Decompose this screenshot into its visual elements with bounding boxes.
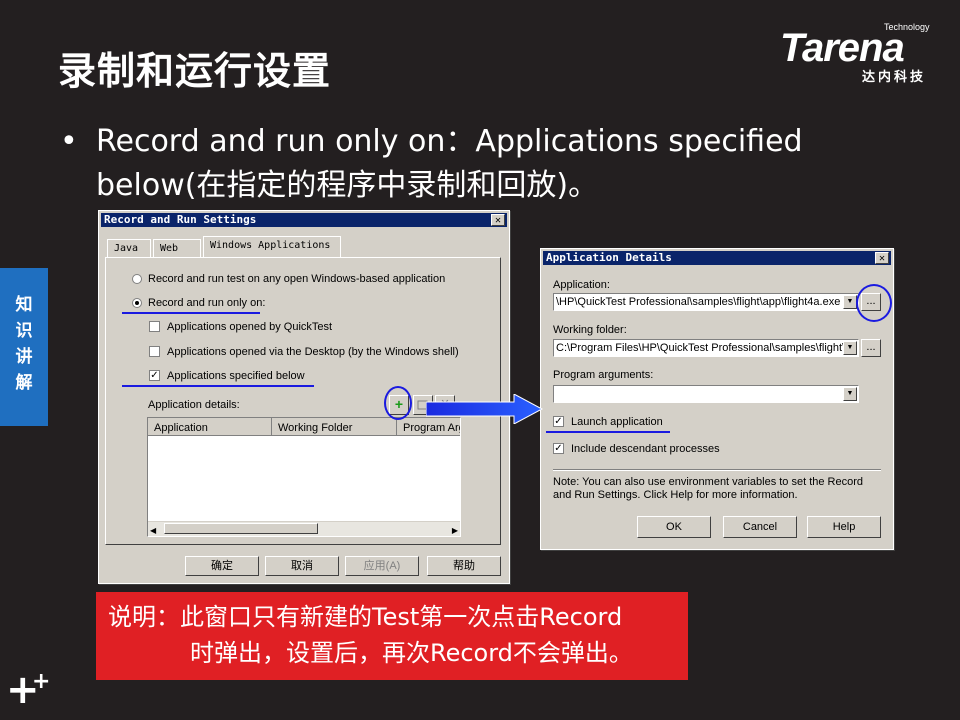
tarena-logo: Tarena Technology 达内科技 [780,20,950,90]
list-header: Application Working Folder Program Arg [148,418,460,436]
side-tab-char: 知 [15,295,33,315]
browse-folder-button[interactable]: ... [861,339,881,357]
bullet-dot: • [60,124,78,159]
application-label: Application: [553,279,610,291]
horizontal-scrollbar[interactable]: ◀ ▶ [148,521,460,536]
help-button[interactable]: Help [807,516,881,538]
radio-only-label: Record and run only on: [148,297,266,309]
check-specified-below[interactable]: ✓ [149,370,160,381]
dialog-titlebar: Application Details ✕ [543,251,891,265]
column-application[interactable]: Application [154,420,208,436]
application-details-dialog: Application Details ✕ Application: \HP\Q… [540,248,894,550]
working-folder-label: Working folder: [553,324,627,336]
application-details-label: Application details: [148,399,240,411]
include-descendant-label: Include descendant processes [571,443,720,455]
highlight-circle-browse [856,284,892,322]
divider [553,469,881,471]
check-include-descendant[interactable]: ✓ [553,443,564,454]
cancel-button[interactable]: Cancel [723,516,797,538]
scroll-left-icon[interactable]: ◀ [150,523,156,536]
environment-note: Note: You can also use environment varia… [553,476,864,501]
note-line-2: 时弹出，设置后，再次Record不会弹出。 [190,639,633,667]
check-specified-label: Applications specified below [167,370,305,382]
scrollbar-thumb[interactable] [164,523,318,534]
apply-button[interactable]: 应用(A) [345,556,419,576]
tab-windows-applications[interactable]: Windows Applications [203,236,341,257]
radio-any-application[interactable] [132,274,142,284]
tab-web[interactable]: Web [153,239,201,257]
check-quicktest-label: Applications opened by QuickTest [167,321,333,333]
application-field[interactable]: \HP\QuickTest Professional\samples\fligh… [553,293,859,311]
launch-application-label: Launch application [571,416,663,428]
logo-chinese: 达内科技 [862,70,927,85]
working-folder-field[interactable]: C:\Program Files\HP\QuickTest Profession… [553,339,859,357]
highlight-underline-specified [122,385,314,387]
column-working-folder[interactable]: Working Folder [278,420,352,436]
column-divider [396,418,397,435]
logo-wordmark: Tarena [780,26,905,70]
chevron-down-icon[interactable]: ▼ [843,295,857,309]
check-desktop-label: Applications opened via the Desktop (by … [167,346,459,358]
chevron-down-icon[interactable]: ▼ [843,341,857,355]
column-divider [271,418,272,435]
slide-title: 录制和运行设置 [58,49,332,93]
program-arguments-label: Program arguments: [553,369,654,381]
side-tab-knowledge: 知 识 讲 解 [0,268,48,426]
side-tab-char: 解 [15,373,33,393]
check-opened-by-quicktest[interactable] [149,321,160,332]
cancel-button[interactable]: 取消 [265,556,339,576]
application-list[interactable]: Application Working Folder Program Arg ◀… [147,417,461,537]
program-arguments-field[interactable] [553,385,859,403]
ok-button[interactable]: OK [637,516,711,538]
ok-button[interactable]: 确定 [185,556,259,576]
check-launch-application[interactable]: ✓ [553,416,564,427]
bullet-text: Record and run only on：Applications spec… [96,124,803,203]
side-tab-char: 识 [15,321,33,341]
side-tab-char: 讲 [15,347,33,367]
radio-only-on[interactable] [132,298,142,308]
dialog-title: Application Details [546,251,672,264]
help-button[interactable]: 帮助 [427,556,501,576]
close-icon[interactable]: ✕ [875,252,889,264]
plus-logo-icon: + + [6,667,51,713]
highlight-circle-add [384,386,412,420]
arrow-icon [426,394,544,424]
scroll-right-icon[interactable]: ▶ [452,523,458,536]
dialog-title: Record and Run Settings [104,213,257,226]
highlight-underline-launch [546,431,670,433]
chevron-down-icon[interactable]: ▼ [843,387,857,401]
check-opened-via-desktop[interactable] [149,346,160,357]
logo-technology: Technology [884,22,930,32]
note-box: 说明：此窗口只有新建的Test第一次点击Record 时弹出，设置后，再次Rec… [96,592,688,680]
tab-java[interactable]: Java [107,239,151,257]
highlight-underline-only-on [122,312,260,314]
radio-any-label: Record and run test on any open Windows-… [148,273,446,285]
note-line-1: 说明：此窗口只有新建的Test第一次点击Record [108,603,623,631]
dialog-titlebar: Record and Run Settings ✕ [101,213,507,227]
close-icon[interactable]: ✕ [491,214,505,226]
